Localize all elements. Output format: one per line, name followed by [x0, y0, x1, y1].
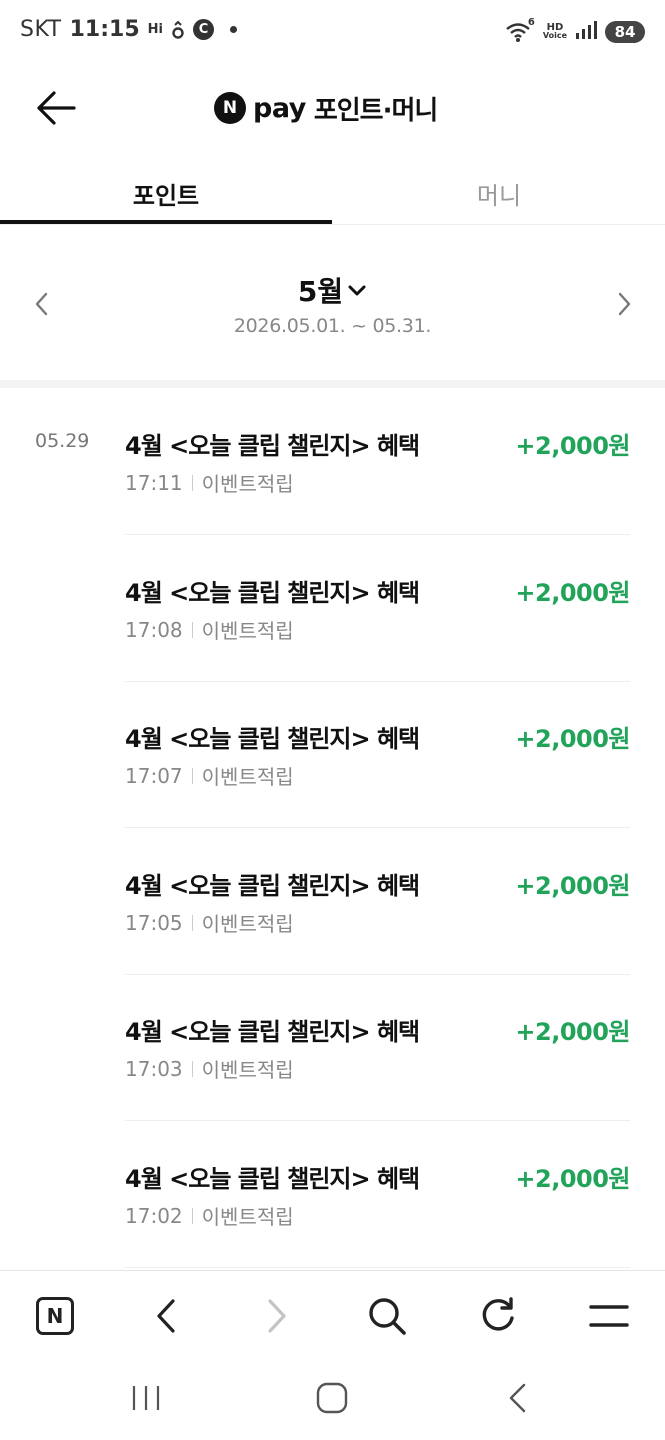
item-title: 4월 <오늘 클립 챌린지> 혜택 — [125, 579, 420, 607]
month-selector: 5월 2026.05.01. ~ 05.31. — [0, 226, 665, 380]
clock: 11:15 — [69, 17, 140, 42]
dot-icon — [230, 26, 237, 33]
item-category: 이벤트적립 — [201, 619, 294, 643]
item-amount: +2,000원 — [515, 1018, 630, 1046]
item-meta: 17:07 이벤트적립 — [125, 761, 294, 790]
system-navigation-bar — [0, 1358, 665, 1440]
item-amount: +2,000원 — [515, 725, 630, 753]
list-item[interactable]: 4월 <오늘 클립 챌린지> 혜택 +2,000원 17:02 이벤트적립 — [125, 1121, 630, 1268]
list-item[interactable]: 4월 <오늘 클립 챌린지> 혜택 +2,000원 17:05 이벤트적립 — [125, 828, 630, 975]
month-label: 5월 — [297, 275, 344, 308]
browser-forward-button[interactable] — [256, 1295, 298, 1337]
tab-points[interactable]: 포인트 — [0, 160, 332, 224]
item-title: 4월 <오늘 클립 챌린지> 혜택 — [125, 872, 420, 900]
item-time: 17:07 — [125, 763, 183, 788]
item-time: 17:02 — [125, 1203, 183, 1228]
meta-separator — [191, 1060, 193, 1077]
item-title: 4월 <오늘 클립 챌린지> 혜택 — [125, 725, 420, 753]
item-time: 17:05 — [125, 910, 183, 935]
item-meta: 17:08 이벤트적립 — [125, 615, 294, 644]
arrow-left-icon — [37, 91, 76, 125]
chevron-down-icon — [348, 285, 366, 296]
item-category: 이벤트적립 — [201, 912, 294, 936]
item-meta: 17:02 이벤트적립 — [125, 1201, 294, 1230]
c-icon: C — [193, 19, 214, 40]
item-time: 17:08 — [125, 617, 183, 642]
item-meta: 17:11 이벤트적립 — [125, 468, 294, 497]
recent-apps-button[interactable] — [128, 1382, 164, 1414]
list-item[interactable]: 4월 <오늘 클립 챌린지> 혜택 +2,000원 17:03 이벤트적립 — [125, 974, 630, 1121]
date-range: 2026.05.01. ~ 05.31. — [233, 315, 432, 337]
item-amount: +2,000원 — [515, 579, 630, 607]
hi-icon: Hi — [147, 22, 163, 37]
hd-voice-icon: HD Voice — [542, 23, 567, 40]
meta-separator — [191, 914, 193, 931]
app-header: N pay 포인트·머니 — [0, 64, 665, 152]
item-meta: 17:03 이벤트적립 — [125, 1054, 294, 1083]
home-icon — [316, 1382, 348, 1414]
back-icon — [157, 1299, 175, 1333]
item-time: 17:11 — [125, 470, 183, 495]
item-amount: +2,000원 — [515, 1165, 630, 1193]
item-time: 17:03 — [125, 1056, 183, 1081]
menu-button[interactable] — [588, 1295, 630, 1337]
section-divider — [0, 380, 665, 388]
item-amount: +2,000원 — [515, 872, 630, 900]
history-list: 05.29 4월 <오늘 클립 챌린지> 혜택 +2,000원 17:11 이벤트… — [0, 388, 665, 1270]
item-amount: +2,000원 — [515, 432, 630, 460]
loop-icon — [171, 20, 185, 39]
date-label: 05.29 — [35, 430, 90, 452]
search-icon — [369, 1298, 406, 1335]
item-category: 이벤트적립 — [201, 1058, 294, 1082]
voice-label: Voice — [542, 31, 567, 40]
status-bar: SKT 11:15 Hi C 6 HD Voice 84 — [0, 0, 665, 64]
active-tab-indicator — [0, 220, 332, 224]
meta-separator — [191, 767, 193, 784]
meta-separator — [191, 474, 193, 491]
page-title: N pay 포인트·머니 — [214, 88, 438, 128]
home-button[interactable] — [314, 1382, 350, 1414]
item-title: 4월 <오늘 클립 챌린지> 혜택 — [125, 1165, 420, 1193]
list-item[interactable]: 4월 <오늘 클립 챌린지> 혜택 +2,000원 17:11 이벤트적립 — [125, 388, 630, 535]
item-category: 이벤트적립 — [201, 765, 294, 789]
meta-separator — [191, 1207, 193, 1224]
menu-icon — [589, 1305, 629, 1327]
chevron-right-icon — [618, 292, 631, 316]
tab-money[interactable]: 머니 — [333, 160, 665, 224]
forward-icon — [268, 1299, 286, 1333]
row-divider — [125, 1267, 630, 1268]
refresh-button[interactable] — [477, 1295, 519, 1337]
browser-toolbar: N — [0, 1270, 665, 1358]
item-title: 4월 <오늘 클립 챌린지> 혜택 — [125, 432, 420, 460]
back-icon — [509, 1383, 526, 1413]
item-title: 4월 <오늘 클립 챌린지> 혜택 — [125, 1018, 420, 1046]
wifi-icon: 6 — [505, 17, 535, 43]
meta-separator — [191, 621, 193, 638]
item-category: 이벤트적립 — [201, 1205, 294, 1229]
list-item[interactable]: 4월 <오늘 클립 챌린지> 혜택 +2,000원 17:07 이벤트적립 — [125, 681, 630, 828]
item-category: 이벤트적립 — [201, 472, 294, 496]
battery-icon: 84 — [605, 21, 645, 43]
tab-bar: 포인트 머니 — [0, 160, 665, 225]
item-meta: 17:05 이벤트적립 — [125, 908, 294, 937]
carrier-label: SKT — [20, 17, 62, 42]
system-back-button[interactable] — [500, 1382, 536, 1414]
month-dropdown[interactable]: 5월 — [0, 270, 665, 310]
search-button[interactable] — [366, 1295, 408, 1337]
pay-logo-text: pay — [253, 92, 306, 124]
signal-icon — [575, 20, 597, 44]
list-item[interactable]: 4월 <오늘 클립 챌린지> 혜택 +2,000원 17:08 이벤트적립 — [125, 535, 630, 682]
back-button[interactable] — [34, 90, 78, 126]
refresh-icon — [482, 1297, 514, 1331]
recent-apps-icon — [132, 1386, 160, 1410]
naver-home-icon: N — [36, 1297, 74, 1335]
title-text: 포인트·머니 — [313, 95, 438, 126]
naver-home-button[interactable]: N — [34, 1295, 76, 1337]
naver-n-logo: N — [214, 92, 246, 124]
next-month-button[interactable] — [612, 288, 636, 320]
browser-back-button[interactable] — [145, 1295, 187, 1337]
wifi-badge: 6 — [527, 17, 535, 28]
